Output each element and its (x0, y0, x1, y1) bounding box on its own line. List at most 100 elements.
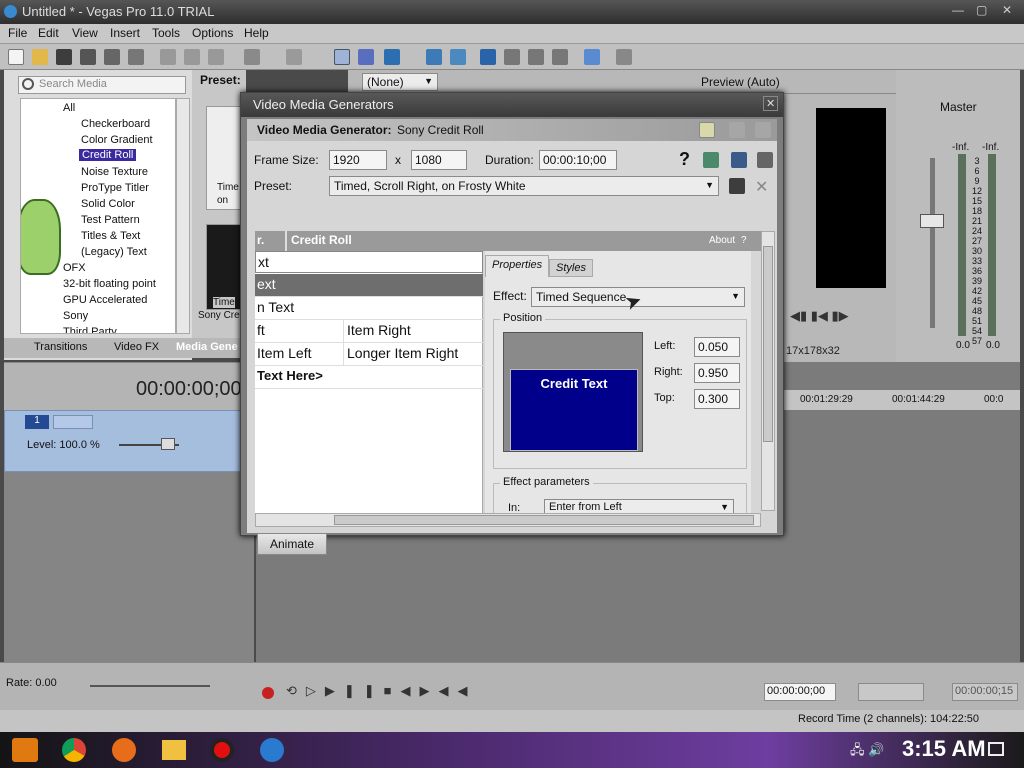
about-help-icon[interactable]: ? (741, 235, 747, 246)
export-icon[interactable] (757, 152, 773, 168)
list-row[interactable]: xt (255, 251, 483, 273)
envelope-tool-icon[interactable] (358, 49, 374, 65)
tree-item-color-gradient[interactable]: Color Gradient (81, 134, 153, 146)
snapping-icon[interactable] (480, 49, 496, 65)
tree-item-protype-titler[interactable]: ProType Titler (81, 182, 149, 194)
tree-item-third-party[interactable]: Third Party (63, 326, 117, 333)
track-name-input[interactable] (53, 415, 93, 429)
tree-item-credit-roll[interactable]: Credit Roll (79, 149, 137, 161)
tree-item-legacy-text[interactable]: (Legacy) Text (81, 246, 147, 258)
properties-icon[interactable] (128, 49, 144, 65)
left-input[interactable]: 0.050 (694, 337, 740, 357)
new-icon[interactable] (8, 49, 24, 65)
match-media-icon[interactable] (703, 152, 719, 168)
scroll-thumb[interactable] (763, 246, 773, 442)
event-pan-crop-icon[interactable] (552, 49, 568, 65)
list-row[interactable]: n Text (255, 297, 483, 320)
menu-edit[interactable]: Edit (38, 26, 59, 40)
tree-item-test-pattern[interactable]: Test Pattern (81, 214, 140, 226)
cut-icon[interactable] (160, 49, 176, 65)
animate-button[interactable]: Animate (257, 533, 327, 555)
preset-thumb-2[interactable]: Time (206, 224, 242, 310)
generator-tree[interactable]: All Checkerboard Color Gradient Credit R… (20, 98, 176, 334)
preset-dropdown[interactable]: Timed, Scroll Right, on Frosty White ▼ (329, 176, 719, 196)
tab-styles[interactable]: Styles (549, 259, 593, 277)
layout-triple-icon[interactable] (755, 122, 771, 138)
tree-item-gpu[interactable]: GPU Accelerated (63, 294, 147, 306)
dialog-close-icon[interactable]: ✕ (763, 96, 779, 111)
save-as-icon[interactable] (80, 49, 96, 65)
copy-icon[interactable] (184, 49, 200, 65)
whats-this-icon[interactable] (616, 49, 632, 65)
tree-scrollbar[interactable] (176, 98, 190, 334)
menu-view[interactable]: View (72, 26, 98, 40)
cursor-time-field[interactable]: 00:00:00;00 (764, 683, 836, 701)
video-track-header[interactable]: 1 Level: 100.0 % (4, 410, 250, 472)
selection-tool-icon[interactable] (384, 49, 400, 65)
monitor-icon[interactable] (731, 152, 747, 168)
duration-input[interactable]: 00:00:10;00 (539, 150, 617, 170)
top-input[interactable]: 0.300 (694, 389, 740, 409)
end-time-field[interactable]: 00:00:00;15 (952, 683, 1018, 701)
ignore-grouping-icon[interactable] (528, 49, 544, 65)
preview-quality-dropdown[interactable]: Preview (Auto) (701, 75, 780, 89)
tree-item-32bit[interactable]: 32-bit floating point (63, 278, 156, 290)
vegas-taskbar-icon[interactable] (260, 738, 284, 762)
list-row[interactable]: Item Left Longer Item Right (255, 343, 483, 366)
preview-nav-buttons[interactable]: ◀▮ ▮◀ ▮▶ (790, 308, 849, 324)
right-input[interactable]: 0.950 (694, 363, 740, 383)
transport-buttons[interactable]: ⟲▷▶❚❚■◀▶◀◀ (286, 683, 477, 699)
lock-envelopes-icon[interactable] (504, 49, 520, 65)
start-button[interactable] (12, 738, 38, 762)
minimize-icon[interactable]: — (952, 3, 964, 17)
timeline-ruler[interactable]: 00:01:29:29 00:01:44:29 00:0 (784, 390, 1020, 410)
record-icon[interactable] (262, 687, 274, 699)
render-icon[interactable] (104, 49, 120, 65)
tab-media-generators[interactable]: Media Gene (176, 341, 238, 353)
scroll-thumb[interactable] (334, 515, 754, 525)
credit-text-box[interactable]: Credit Text (510, 369, 638, 451)
notifications-icon[interactable] (988, 742, 1004, 756)
menu-file[interactable]: File (8, 26, 27, 40)
delete-preset-icon[interactable]: ✕ (755, 177, 768, 197)
save-preset-icon[interactable] (729, 178, 745, 194)
master-fader-handle[interactable] (920, 214, 944, 228)
credit-list[interactable]: xt ext n Text ft Item Right Item Left Long… (255, 251, 483, 513)
tab-video-fx[interactable]: Video FX (114, 341, 159, 353)
redo-icon[interactable] (286, 49, 302, 65)
file-explorer-icon[interactable] (162, 740, 186, 760)
credit-horizontal-scrollbar[interactable] (255, 513, 761, 527)
position-preview[interactable]: Credit Text (503, 332, 643, 452)
menu-options[interactable]: Options (192, 26, 233, 40)
normal-edit-tool-icon[interactable] (334, 49, 350, 65)
paste-icon[interactable] (208, 49, 224, 65)
recorder-icon[interactable] (210, 738, 234, 762)
help-icon[interactable]: ? (679, 149, 690, 170)
undo-icon[interactable] (244, 49, 260, 65)
track-level-handle[interactable] (161, 438, 175, 450)
menu-help[interactable]: Help (244, 26, 269, 40)
frame-height-input[interactable]: 1080 (411, 150, 467, 170)
tree-item-checkerboard[interactable]: Checkerboard (81, 118, 150, 130)
about-link[interactable]: About (709, 235, 735, 246)
auto-ripple-icon[interactable] (450, 49, 466, 65)
list-row[interactable]: ft Item Right (255, 320, 483, 343)
open-folder-icon[interactable] (32, 49, 48, 65)
search-input[interactable]: Search Media (18, 76, 186, 94)
auto-crossfade-icon[interactable] (426, 49, 442, 65)
tree-item-titles-text[interactable]: Titles & Text (81, 230, 140, 242)
layout-double-icon[interactable] (729, 122, 745, 138)
tree-item-all[interactable]: All (63, 102, 75, 114)
maximize-icon[interactable]: ▢ (976, 3, 987, 17)
close-icon[interactable]: ✕ (1002, 3, 1012, 17)
tree-item-sony[interactable]: Sony (63, 310, 88, 322)
list-row-selected[interactable]: ext (255, 274, 483, 297)
tab-properties[interactable]: Properties (485, 255, 550, 277)
paint-brush-icon[interactable] (584, 49, 600, 65)
tree-item-solid-color[interactable]: Solid Color (81, 198, 135, 210)
preset-thumb-1[interactable]: Time on (206, 106, 242, 210)
menu-tools[interactable]: Tools (152, 26, 180, 40)
save-icon[interactable] (56, 49, 72, 65)
preview-preset-dropdown[interactable]: (None) ▼ (362, 73, 438, 91)
firefox-icon[interactable] (112, 738, 136, 762)
